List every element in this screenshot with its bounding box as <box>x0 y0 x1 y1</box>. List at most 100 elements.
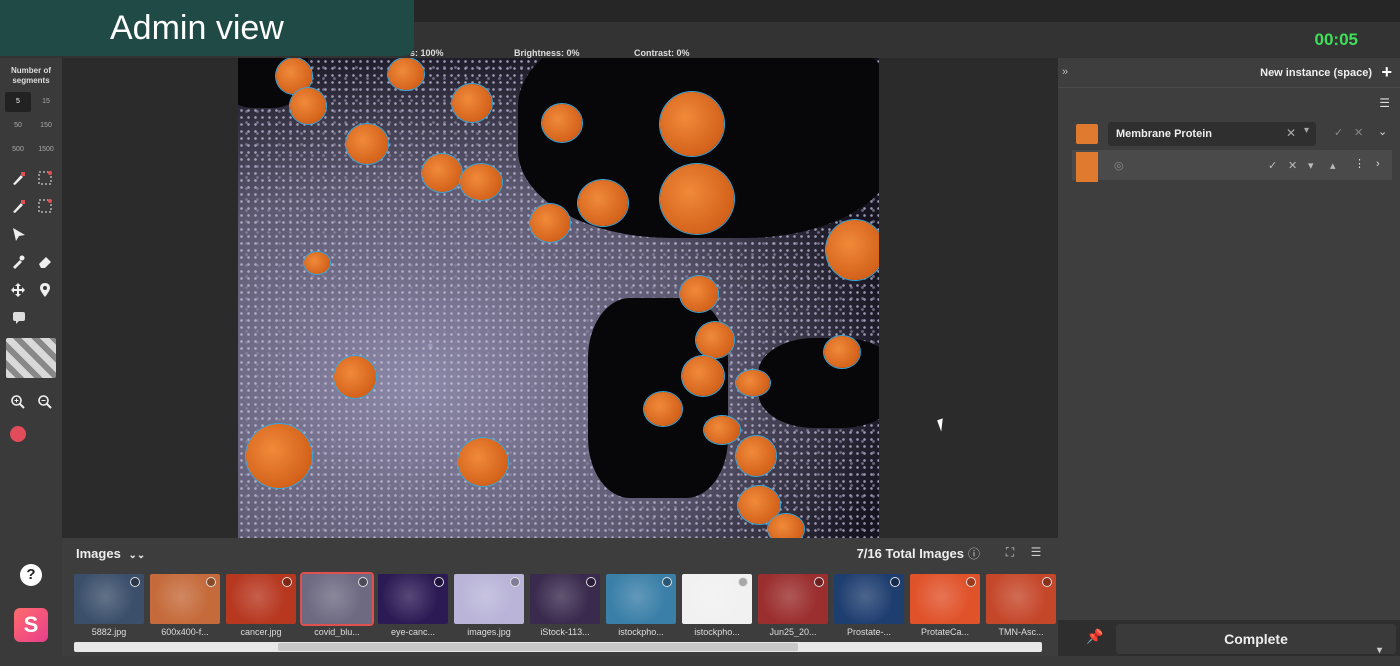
thumbnail-image[interactable] <box>834 574 904 624</box>
info-icon[interactable] <box>662 577 672 587</box>
image-thumbnail[interactable]: 600x400-f... <box>150 574 220 637</box>
zoom-out-icon[interactable] <box>35 392 55 412</box>
filter-icon[interactable]: ☰ <box>1028 545 1044 561</box>
mask-pattern-swatch[interactable] <box>6 338 56 378</box>
segmentation-blob[interactable] <box>458 438 508 486</box>
image-thumbnail[interactable]: TMN-Asc... <box>986 574 1056 637</box>
pin-icon[interactable]: 📌 <box>1086 628 1103 645</box>
class-color-swatch[interactable] <box>1076 124 1098 144</box>
move-icon[interactable] <box>8 280 28 300</box>
annotation-canvas[interactable] <box>62 58 1058 538</box>
segmentation-blob[interactable] <box>460 164 502 200</box>
check-icon[interactable]: ✓ <box>1268 159 1277 172</box>
info-icon[interactable] <box>130 577 140 587</box>
segmentation-blob[interactable] <box>824 336 860 368</box>
image-thumbnail[interactable]: istockpho... <box>606 574 676 637</box>
complete-button[interactable]: Complete ▾ <box>1116 624 1396 656</box>
segmentation-blob[interactable] <box>660 164 734 234</box>
chevron-down-icon[interactable]: ⌄ <box>1378 125 1387 138</box>
new-instance-label[interactable]: New instance (space) <box>1260 67 1372 79</box>
info-icon[interactable]: ⓘ <box>966 545 982 561</box>
thumbnail-image[interactable] <box>378 574 448 624</box>
comment-icon[interactable] <box>9 308 29 328</box>
info-icon[interactable] <box>358 577 368 587</box>
zoom-in-icon[interactable] <box>8 392 28 412</box>
chevron-down-icon[interactable]: ▾ <box>1304 125 1309 136</box>
polygon-select-icon[interactable] <box>35 196 55 216</box>
segmentation-blob[interactable] <box>334 356 376 398</box>
image-thumbnail[interactable]: 5882.jpg <box>74 574 144 637</box>
segmentation-blob[interactable] <box>826 220 879 280</box>
segmentation-blob[interactable] <box>422 154 462 192</box>
more-options-icon[interactable]: ⋮ <box>1354 157 1365 170</box>
brush-icon[interactable] <box>8 168 28 188</box>
segmentation-blob[interactable] <box>736 370 770 396</box>
info-icon[interactable] <box>282 577 292 587</box>
segmentation-blob[interactable] <box>304 252 330 274</box>
thumbnail-image[interactable] <box>606 574 676 624</box>
segmentation-blob[interactable] <box>704 416 740 444</box>
clear-class-icon[interactable]: ✕ <box>1286 126 1296 140</box>
info-icon[interactable] <box>434 577 444 587</box>
segmentation-blob[interactable] <box>768 514 804 538</box>
segmentation-blob[interactable] <box>452 84 492 122</box>
image-thumbnail[interactable]: covid_blu... <box>300 572 374 637</box>
segmentation-blob[interactable] <box>680 276 718 312</box>
eyedropper-icon[interactable] <box>8 252 28 272</box>
close-icon[interactable]: ✕ <box>1354 126 1363 139</box>
chevron-down-icon[interactable]: ⌄⌄ <box>128 550 145 561</box>
thumbnail-image[interactable] <box>300 572 374 626</box>
segment-option-150[interactable]: 150 <box>33 116 59 136</box>
segment-option-50[interactable]: 50 <box>5 116 31 136</box>
thumbnail-image[interactable] <box>150 574 220 624</box>
segment-option-15[interactable]: 15 <box>33 92 59 112</box>
segmentation-blob[interactable] <box>736 436 776 476</box>
thumbs-down-icon[interactable]: ▾ <box>1308 159 1314 172</box>
image-thumbnail[interactable]: images.jpg <box>454 574 524 637</box>
segmentation-blob[interactable] <box>346 124 388 164</box>
thumbs-up-icon[interactable]: ▴ <box>1330 159 1336 172</box>
brush-icon[interactable] <box>8 196 28 216</box>
image-thumbnail[interactable]: Jun25_20... <box>758 574 828 637</box>
ai-assist-icon[interactable] <box>10 426 26 442</box>
info-icon[interactable] <box>738 577 748 587</box>
segment-option-1500[interactable]: 1500 <box>33 140 59 160</box>
eraser-icon[interactable] <box>35 252 55 272</box>
thumbnail-image[interactable] <box>682 574 752 624</box>
segmentation-blob[interactable] <box>682 356 724 396</box>
scrollbar-thumb[interactable] <box>278 643 798 651</box>
info-icon[interactable] <box>586 577 596 587</box>
close-icon[interactable]: ✕ <box>1288 159 1297 172</box>
horizontal-scrollbar[interactable] <box>74 642 1042 652</box>
segmentation-blob[interactable] <box>644 392 682 426</box>
location-pin-icon[interactable] <box>35 280 55 300</box>
segmentation-blob[interactable] <box>246 424 312 488</box>
image-thumbnail[interactable]: istockpho... <box>682 574 752 637</box>
thumbnail-image[interactable] <box>986 574 1056 624</box>
info-icon[interactable] <box>814 577 824 587</box>
segmentation-blob[interactable] <box>388 58 424 90</box>
info-icon[interactable] <box>510 577 520 587</box>
segmentation-blob[interactable] <box>578 180 628 226</box>
segmentation-blob[interactable] <box>542 104 582 142</box>
image-thumbnail[interactable]: iStock-113... <box>530 574 600 637</box>
info-icon[interactable] <box>1042 577 1052 587</box>
image-thumbnail[interactable]: cancer.jpg <box>226 574 296 637</box>
segmentation-blob[interactable] <box>290 88 326 124</box>
collapse-panel-icon[interactable]: » <box>1062 66 1068 78</box>
thumbnail-image[interactable] <box>74 574 144 624</box>
thumbnail-image[interactable] <box>910 574 980 624</box>
info-icon[interactable] <box>890 577 900 587</box>
thumbnail-image[interactable] <box>758 574 828 624</box>
instance-row[interactable]: ◎ ✓ ✕ ▾ ▴ ⋮ › <box>1072 150 1392 182</box>
lasso-select-icon[interactable] <box>35 168 55 188</box>
images-panel-title[interactable]: Images ⌄⌄ <box>76 546 145 561</box>
segment-option-5[interactable]: 5 <box>5 92 31 112</box>
segmentation-blob[interactable] <box>660 92 724 156</box>
chevron-right-icon[interactable]: › <box>1376 158 1380 170</box>
add-instance-button[interactable]: + <box>1381 62 1392 83</box>
info-icon[interactable] <box>966 577 976 587</box>
help-button[interactable]: ? <box>20 564 42 586</box>
class-select[interactable]: Membrane Protein <box>1108 122 1316 146</box>
thumbnail-image[interactable] <box>530 574 600 624</box>
